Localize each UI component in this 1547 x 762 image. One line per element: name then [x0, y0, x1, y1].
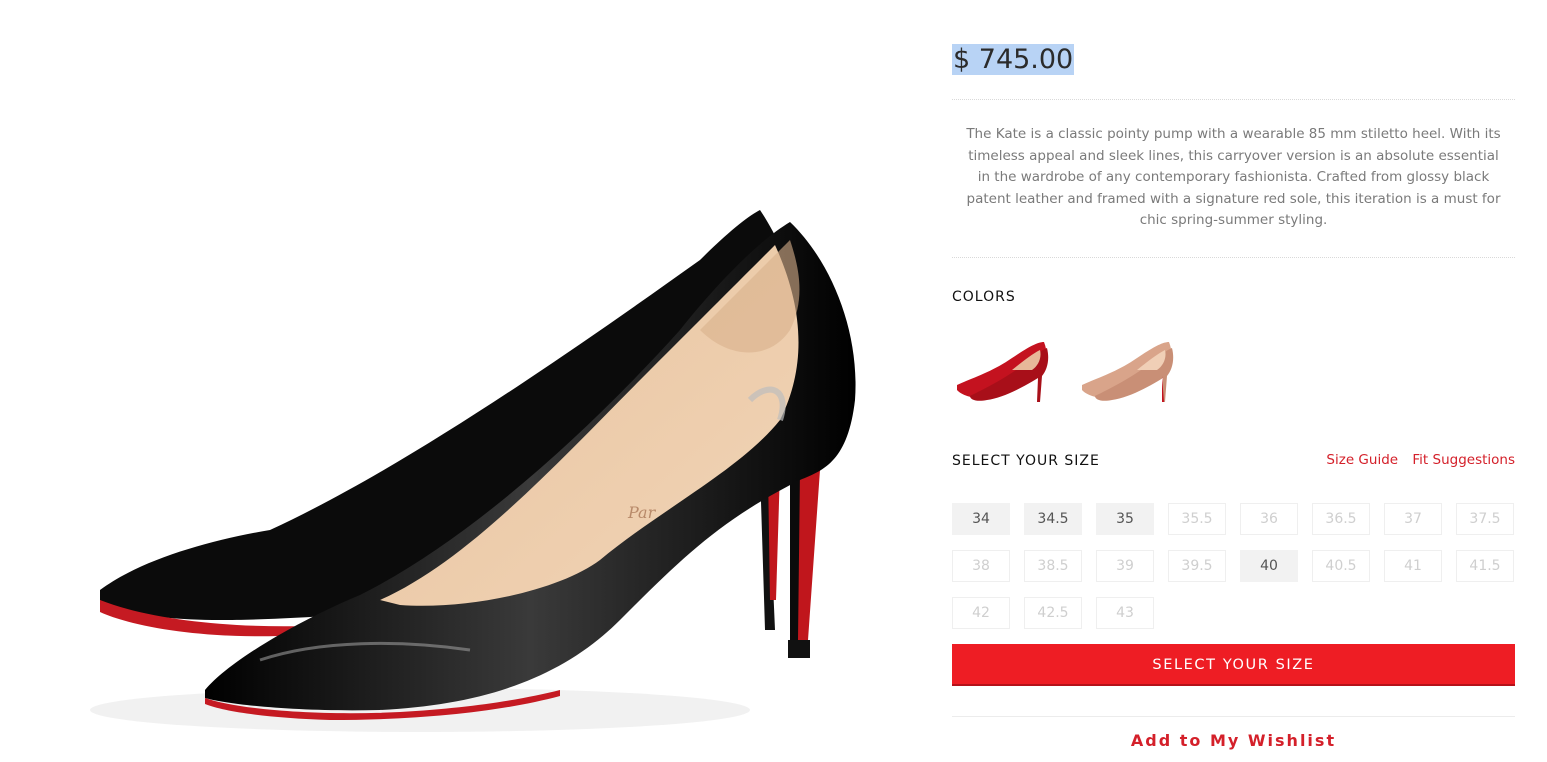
size-option-35.5[interactable]: 35.5	[1168, 503, 1226, 535]
size-option-42[interactable]: 42	[952, 597, 1010, 629]
divider	[952, 99, 1515, 100]
select-size-heading: SELECT YOUR SIZE	[952, 453, 1100, 469]
product-image: Par	[0, 0, 900, 758]
size-option-34[interactable]: 34	[952, 503, 1010, 535]
size-option-40[interactable]: 40	[1240, 550, 1298, 582]
size-option-42.5[interactable]: 42.5	[1024, 597, 1082, 629]
size-guide-link[interactable]: Size Guide	[1326, 452, 1398, 468]
fit-suggestions-link[interactable]: Fit Suggestions	[1412, 452, 1515, 468]
size-links: Size Guide Fit Suggestions	[1316, 452, 1515, 468]
red-shoe-thumbnail	[957, 342, 1049, 402]
size-option-37.5[interactable]: 37.5	[1456, 503, 1514, 535]
size-option-41.5[interactable]: 41.5	[1456, 550, 1514, 582]
price-value: $ 745.00	[952, 44, 1075, 75]
size-option-38[interactable]: 38	[952, 550, 1010, 582]
size-option-39[interactable]: 39	[1096, 550, 1154, 582]
product-price: $ 745.00	[952, 43, 1075, 77]
size-option-36.5[interactable]: 36.5	[1312, 503, 1370, 535]
size-option-41[interactable]: 41	[1384, 550, 1442, 582]
nude-shoe-thumbnail	[1082, 342, 1174, 402]
insole-logo-text: Par	[627, 503, 657, 522]
size-option-37[interactable]: 37	[1384, 503, 1442, 535]
divider	[952, 257, 1515, 258]
product-description: The Kate is a classic pointy pump with a…	[966, 126, 1501, 228]
size-option-38.5[interactable]: 38.5	[1024, 550, 1082, 582]
red-patent-swatch[interactable]	[952, 330, 1052, 410]
nude-patent-swatch[interactable]	[1077, 330, 1177, 410]
divider	[952, 716, 1515, 717]
shoe-pair-image: Par	[90, 210, 856, 732]
size-option-35[interactable]: 35	[1096, 503, 1154, 535]
size-option-39.5[interactable]: 39.5	[1168, 550, 1226, 582]
size-option-36[interactable]: 36	[1240, 503, 1298, 535]
select-size-button[interactable]: SELECT YOUR SIZE	[952, 644, 1515, 686]
size-option-40.5[interactable]: 40.5	[1312, 550, 1370, 582]
add-to-wishlist-link[interactable]: Add to My Wishlist	[952, 731, 1515, 750]
colors-heading: COLORS	[952, 289, 1016, 305]
size-option-34.5[interactable]: 34.5	[1024, 503, 1082, 535]
size-option-43[interactable]: 43	[1096, 597, 1154, 629]
